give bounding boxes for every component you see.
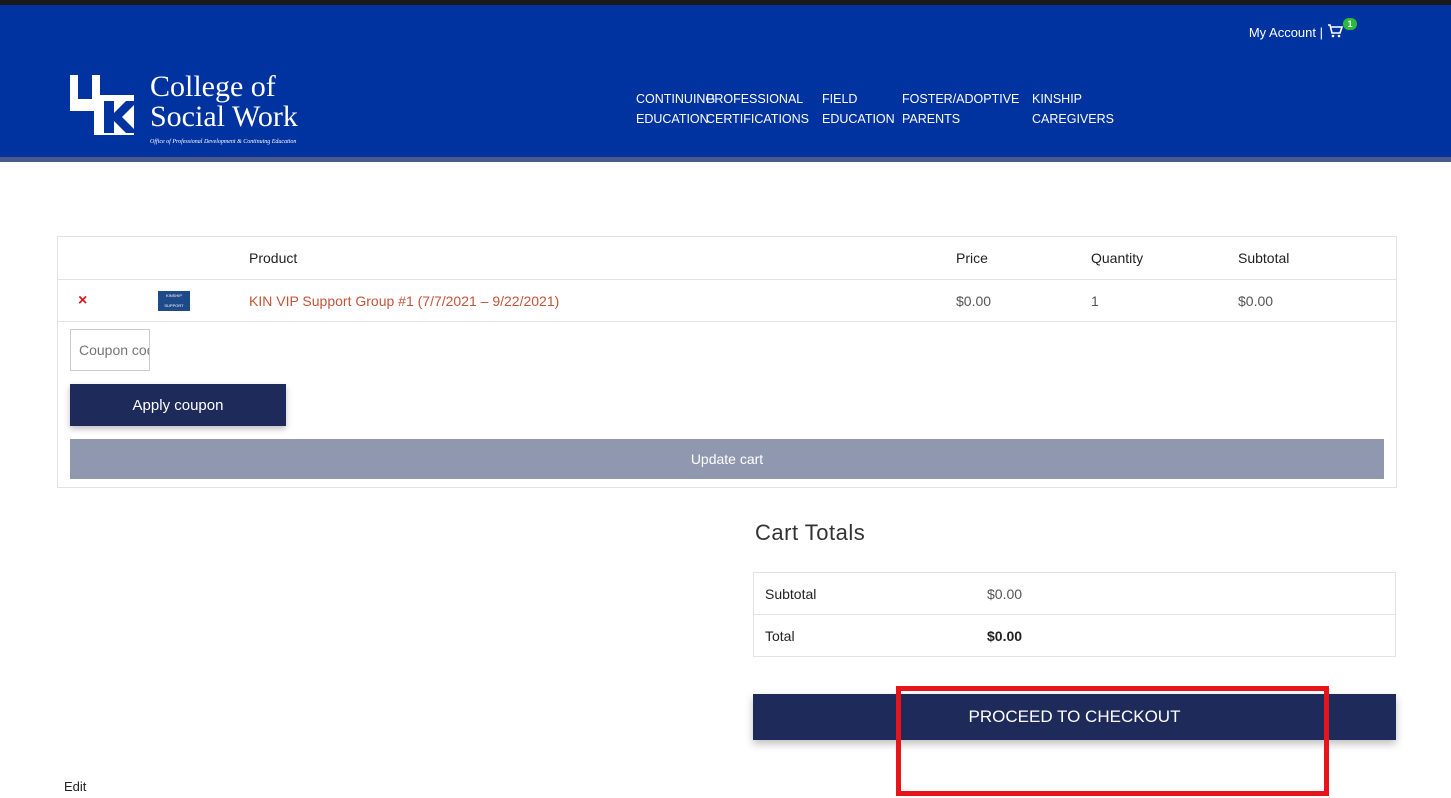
- cart-item-row: × KINSHIP SUPPORT KIN VIP Support Group …: [58, 280, 1396, 322]
- cart-icon: [1328, 24, 1343, 38]
- nav-item-continuing-education[interactable]: CONTINUING EDUCATION: [636, 89, 715, 129]
- cart-totals-title: Cart Totals: [755, 520, 866, 545]
- cart-totals-table: Subtotal $0.00 Total $0.00: [753, 572, 1396, 657]
- item-subtotal: $0.00: [1238, 292, 1274, 309]
- totals-total-row: Total $0.00: [754, 615, 1395, 657]
- nav-item-foster-adoptive-parents[interactable]: FOSTER/ADOPTIVE PARENTS: [902, 89, 1024, 129]
- header-divider: [0, 157, 1451, 162]
- site-logo[interactable]: College of Social Work Office of Profess…: [68, 70, 298, 145]
- column-header-quantity: Quantity: [1091, 250, 1144, 266]
- product-name-link[interactable]: KIN VIP Support Group #1 (7/7/2021 – 9/2…: [249, 293, 559, 309]
- update-cart-button[interactable]: Update cart: [70, 439, 1384, 479]
- subtotal-label: Subtotal: [765, 586, 817, 602]
- cart-count-badge: 1: [1343, 18, 1357, 30]
- main-nav: CONTINUING EDUCATION PROFESSIONAL CERTIF…: [636, 89, 1126, 129]
- my-account-link[interactable]: My Account |: [1249, 25, 1323, 40]
- nav-item-professional-certifications[interactable]: PROFESSIONAL CERTIFICATIONS: [706, 89, 814, 129]
- coupon-code-input[interactable]: [70, 329, 150, 371]
- nav-item-kinship-caregivers[interactable]: KINSHIP CAREGIVERS: [1032, 89, 1118, 129]
- product-thumbnail[interactable]: KINSHIP SUPPORT: [158, 290, 190, 311]
- logo-line-2: Social Work: [150, 100, 298, 133]
- nav-item-field-education[interactable]: FIELD EDUCATION: [822, 89, 895, 129]
- cart-table-header: Product Price Quantity Subtotal: [58, 237, 1396, 280]
- proceed-to-checkout-button[interactable]: PROCEED TO CHECKOUT: [753, 694, 1396, 740]
- apply-coupon-button[interactable]: Apply coupon: [70, 384, 286, 426]
- total-value: $0.00: [987, 628, 1023, 644]
- item-quantity[interactable]: 1: [1091, 293, 1099, 309]
- uk-logo-icon: [70, 75, 138, 135]
- column-header-subtotal: Subtotal: [1238, 250, 1290, 266]
- remove-item-icon[interactable]: ×: [78, 292, 87, 310]
- logo-line-1: College of: [150, 70, 276, 103]
- edit-link[interactable]: Edit: [64, 779, 86, 794]
- total-label: Total: [765, 628, 795, 644]
- site-header: My Account | 1 College of Social Work Of…: [0, 5, 1451, 160]
- cart-table: Product Price Quantity Subtotal × KINSHI…: [57, 236, 1397, 488]
- logo-tagline: Office of Professional Development & Con…: [150, 139, 297, 145]
- totals-subtotal-row: Subtotal $0.00: [754, 573, 1395, 615]
- account-bar: My Account | 1: [1249, 18, 1357, 41]
- subtotal-value: $0.00: [987, 586, 1023, 602]
- column-header-price: Price: [956, 250, 988, 266]
- cart-link[interactable]: 1: [1327, 18, 1357, 41]
- column-header-product: Product: [249, 250, 298, 266]
- item-price: $0.00: [956, 292, 992, 309]
